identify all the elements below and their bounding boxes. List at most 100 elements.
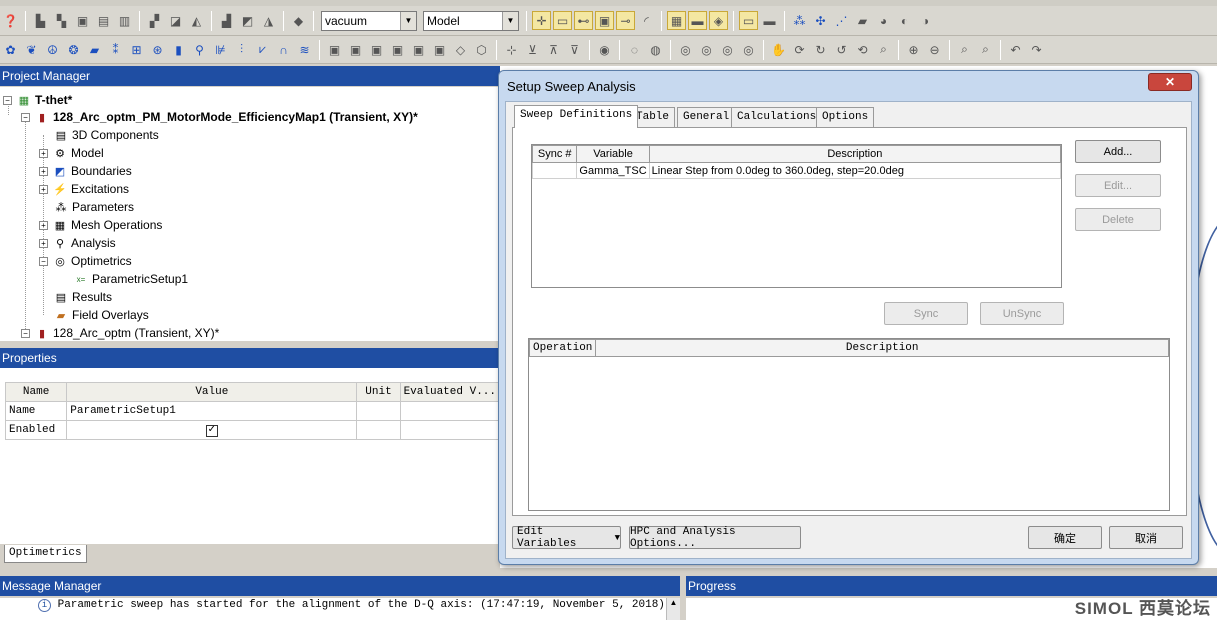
add-button[interactable]: Add... — [1075, 140, 1161, 163]
operation-list[interactable]: Operation Description — [528, 338, 1170, 511]
highlight-icon[interactable]: ▭ — [739, 11, 758, 30]
pan-icon[interactable]: ✋ — [769, 40, 788, 59]
tree-item-field-overlays[interactable]: ▰ Field Overlays — [53, 306, 149, 324]
face-cs-icon[interactable]: ⊼ — [544, 40, 563, 59]
relative-cs-icon[interactable]: ⊻ — [523, 40, 542, 59]
orbit-icon[interactable]: ⟲ — [853, 40, 872, 59]
copy-icon[interactable]: ▥ — [115, 11, 134, 30]
fit-selection-icon[interactable]: ⌕ — [976, 40, 995, 59]
zoom-out-icon[interactable]: ⊖ — [925, 40, 944, 59]
scrollbar[interactable]: ▲ — [666, 598, 680, 620]
object-cs-icon[interactable]: ⊽ — [565, 40, 584, 59]
draw-sphere-icon[interactable]: ◐ — [895, 11, 914, 30]
view-left-icon[interactable]: ▣ — [367, 40, 386, 59]
shaded-icon[interactable]: ◎ — [718, 40, 737, 59]
sweep-list[interactable]: Sync # Variable Description Gamma_TSC Li… — [531, 144, 1062, 288]
model-combo[interactable]: Model ▼ — [423, 10, 519, 31]
view-front-icon[interactable]: ▣ — [325, 40, 344, 59]
ruler-icon[interactable]: ▬ — [688, 11, 707, 30]
snap-arc-center-icon[interactable]: ◜ — [637, 11, 656, 30]
magnet-icon[interactable]: ∩ — [274, 40, 293, 59]
draw-point-icon[interactable]: ⁂ — [790, 11, 809, 30]
chevron-down-icon[interactable]: ▼ — [502, 11, 518, 30]
redo-view-icon[interactable]: ↷ — [1027, 40, 1046, 59]
eye-icon[interactable]: ◉ — [595, 40, 614, 59]
snap-grid-icon[interactable]: ✛ — [532, 11, 551, 30]
tree-item-boundaries[interactable]: + ◩ Boundaries — [39, 162, 132, 180]
expand-icon[interactable]: + — [39, 220, 48, 230]
coil-icon[interactable]: ⚲ — [190, 40, 209, 59]
snap-vertex-icon[interactable]: ▭ — [553, 11, 572, 30]
transparent-icon[interactable]: ◎ — [739, 40, 758, 59]
show-icon[interactable]: ◍ — [646, 40, 665, 59]
help-icon[interactable]: ❓ — [1, 11, 20, 30]
tree-item-analysis[interactable]: + ⚲ Analysis — [39, 234, 116, 252]
align-left-icon[interactable]: ▙ — [31, 11, 50, 30]
snap-face-center-icon[interactable]: ▣ — [595, 11, 614, 30]
duplicate-icon[interactable]: ▟ — [217, 11, 236, 30]
tab-calculations[interactable]: Calculations — [731, 107, 823, 127]
tree-item-parametric-setup[interactable]: x= ParametricSetup1 — [73, 270, 188, 288]
draw-box-icon[interactable]: ▰ — [853, 11, 872, 30]
grid-icon[interactable]: ▦ — [667, 11, 686, 30]
wave-icon[interactable]: ≋ — [295, 40, 314, 59]
rotate-axis-icon[interactable]: ↻ — [811, 40, 830, 59]
duplicate-mirror-icon[interactable]: ◮ — [259, 11, 278, 30]
hpc-options-button[interactable]: HPC and Analysis Options... — [629, 526, 801, 550]
sweep-icon[interactable]: ◆ — [289, 11, 308, 30]
tree-item-design-2[interactable]: − ▮ 128_Arc_optm (Transient, XY)* — [21, 324, 219, 342]
results-icon[interactable]: ❂ — [64, 40, 83, 59]
list-item[interactable]: i Parametric sweep has started for the a… — [38, 599, 665, 612]
draw-spline-icon[interactable]: ⋰ — [832, 11, 851, 30]
render-icon[interactable]: ◎ — [676, 40, 695, 59]
fit-all-icon[interactable]: ⌕ — [955, 40, 974, 59]
wireframe-icon[interactable]: ◎ — [697, 40, 716, 59]
snap-quadrant-icon[interactable]: ⊸ — [616, 11, 635, 30]
duplicate-around-icon[interactable]: ◩ — [238, 11, 257, 30]
collapse-icon[interactable]: − — [21, 328, 30, 338]
optimetrics-icon[interactable]: ☮ — [43, 40, 62, 59]
edit-button[interactable]: Edit... — [1075, 174, 1161, 197]
view-top-icon[interactable]: ▣ — [409, 40, 428, 59]
draw-torus-icon[interactable]: ◑ — [916, 11, 935, 30]
tab-optimetrics[interactable]: Optimetrics — [4, 545, 87, 563]
view-back-icon[interactable]: ▣ — [346, 40, 365, 59]
rotate-icon[interactable]: ◪ — [166, 11, 185, 30]
voltage-icon[interactable]: ⩗ — [253, 40, 272, 59]
draw-cylinder-icon[interactable]: ◕ — [874, 11, 893, 30]
expand-icon[interactable]: + — [39, 184, 48, 194]
move-icon[interactable]: ▞ — [145, 11, 164, 30]
chevron-down-icon[interactable]: ▼ — [400, 11, 416, 30]
unsync-button[interactable]: UnSync — [980, 302, 1064, 325]
coordinate-icon[interactable]: ⊹ — [502, 40, 521, 59]
expand-icon[interactable]: + — [39, 238, 48, 248]
group-icon[interactable]: ▣ — [73, 11, 92, 30]
name-value[interactable]: ParametricSetup1 — [66, 401, 358, 421]
view-iso-icon[interactable]: ◇ — [451, 40, 470, 59]
tree-item-parameters[interactable]: ⁂ Parameters — [53, 198, 135, 216]
tree-item-3d-components[interactable]: ▤ 3D Components — [53, 126, 159, 144]
spin-icon[interactable]: ↺ — [832, 40, 851, 59]
close-icon[interactable]: ✕ — [1148, 73, 1192, 91]
winding-icon[interactable]: ⫶ — [232, 40, 251, 59]
zoom-icon[interactable]: ⌕ — [874, 40, 893, 59]
undo-view-icon[interactable]: ↶ — [1006, 40, 1025, 59]
tab-general[interactable]: General — [677, 107, 736, 127]
cancel-button[interactable]: 取消 — [1109, 526, 1183, 549]
tree-item-design[interactable]: − ▮ 128_Arc_optm_PM_MotorMode_Efficiency… — [21, 108, 418, 126]
mesh-icon[interactable]: ⁑ — [106, 40, 125, 59]
expand-icon[interactable]: + — [39, 148, 48, 158]
parameter-icon[interactable]: ▮ — [169, 40, 188, 59]
tab-options[interactable]: Options — [816, 107, 875, 127]
measure-icon[interactable]: ◈ — [709, 11, 728, 30]
collapse-icon[interactable]: − — [21, 112, 30, 122]
collapse-icon[interactable]: − — [39, 256, 48, 266]
view-trimetric-icon[interactable]: ⬡ — [472, 40, 491, 59]
tree-item-results[interactable]: ▤ Results — [53, 288, 112, 306]
hide-icon[interactable]: ◌ — [625, 40, 644, 59]
tree-item-mesh-operations[interactable]: + ▦ Mesh Operations — [39, 216, 162, 234]
material-combo[interactable]: vacuum ▼ — [321, 10, 417, 31]
table-row[interactable]: Gamma_TSC Linear Step from 0.0deg to 360… — [531, 162, 1062, 179]
ungroup-icon[interactable]: ▤ — [94, 11, 113, 30]
tree-item-excitations[interactable]: + ⚡ Excitations — [39, 180, 129, 198]
